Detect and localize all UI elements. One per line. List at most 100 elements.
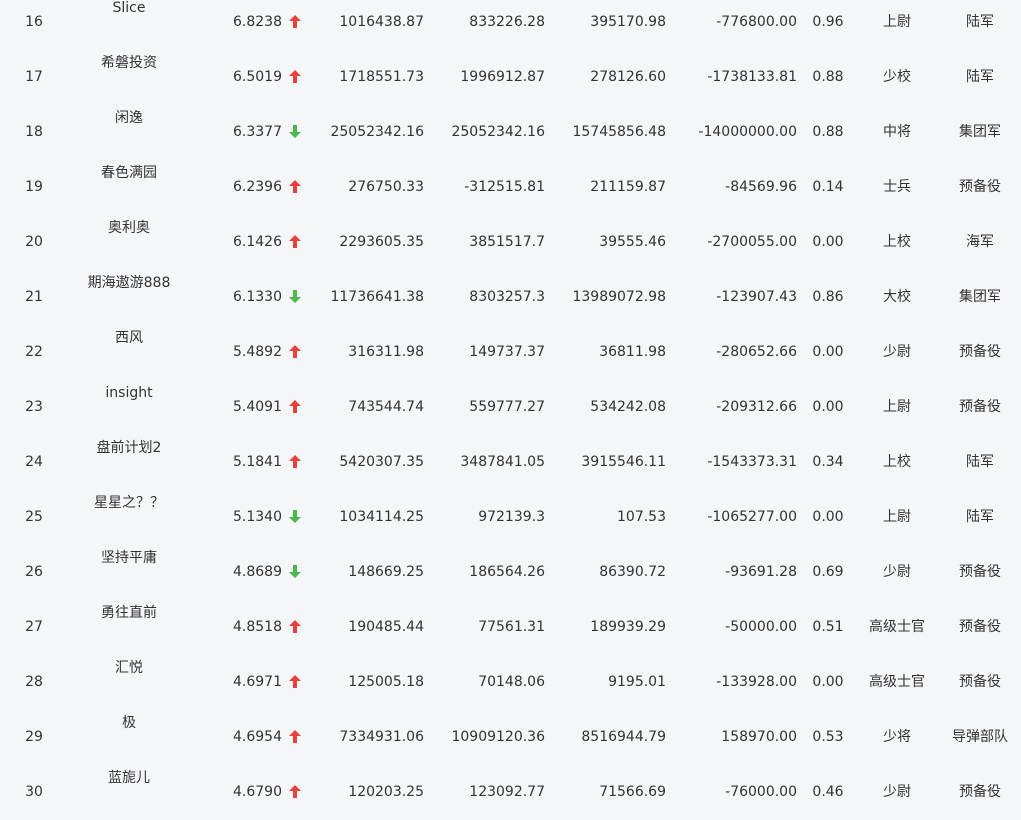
value-4-cell: -14000000.00: [698, 124, 797, 140]
rank-cell: 29: [25, 729, 43, 745]
rank-cell: 25: [25, 509, 43, 525]
ratio-cell: 0.46: [812, 784, 844, 800]
rank-title-cell: 高级士官: [869, 674, 925, 690]
value-2-cell: 25052342.16: [451, 124, 545, 140]
score-cell: 6.1426: [233, 234, 282, 250]
value-1-cell: 1034114.25: [339, 509, 424, 525]
value-4-cell: -1065277.00: [707, 509, 797, 525]
rank-cell: 23: [25, 399, 43, 415]
ratio-cell: 0.86: [812, 289, 844, 305]
table-row: 30 蓝旎儿 4.6790 120203.25 123092.77 71566.69 -76…: [0, 770, 1021, 820]
unit-cell: 陆军: [966, 454, 994, 470]
ratio-cell: 0.69: [812, 564, 844, 580]
unit-cell: 导弹部队: [952, 729, 1008, 745]
table-row: 17 希磐投资 6.5019 1718551.73 1996912.87 278126.6…: [0, 55, 1021, 110]
ratio-cell: 0.00: [812, 344, 844, 360]
rank-cell: 20: [25, 234, 43, 250]
name-cell: 勇往直前: [101, 605, 157, 621]
value-2-cell: 70148.06: [478, 674, 545, 690]
unit-cell: 预备役: [959, 619, 1001, 635]
arrow-up-icon: [289, 673, 303, 691]
value-1-cell: 120203.25: [348, 784, 424, 800]
arrow-up-icon: [289, 13, 303, 31]
value-1-cell: 5420307.35: [339, 454, 424, 470]
rank-cell: 26: [25, 564, 43, 580]
table-row: 26 坚持平庸 4.8689 148669.25 186564.26 86390.72 -9…: [0, 550, 1021, 605]
ratio-cell: 0.88: [812, 69, 844, 85]
rank-cell: 28: [25, 674, 43, 690]
value-2-cell: 972139.3: [478, 509, 545, 525]
name-cell: 蓝旎儿: [108, 770, 150, 786]
arrow-down-icon: [289, 508, 303, 526]
rank-cell: 18: [25, 124, 43, 140]
ratio-cell: 0.51: [812, 619, 844, 635]
rank-title-cell: 少尉: [883, 344, 911, 360]
value-2-cell: 1996912.87: [460, 69, 545, 85]
value-3-cell: 15745856.48: [572, 124, 666, 140]
score-cell: 6.5019: [233, 69, 282, 85]
value-1-cell: 7334931.06: [339, 729, 424, 745]
name-cell: 希磐投资: [101, 55, 157, 71]
value-1-cell: 25052342.16: [330, 124, 424, 140]
value-3-cell: 9195.01: [608, 674, 666, 690]
ratio-cell: 0.88: [812, 124, 844, 140]
score-cell: 5.1841: [233, 454, 282, 470]
name-cell: 闲逸: [115, 110, 143, 126]
name-cell: Slice: [112, 0, 146, 16]
value-2-cell: 833226.28: [469, 14, 545, 30]
table-row: 22 西风 5.4892 316311.98 149737.37 36811.98 -280…: [0, 330, 1021, 385]
table-row: 23 insight 5.4091 743544.74 559777.27 534242.…: [0, 385, 1021, 440]
value-2-cell: 77561.31: [478, 619, 545, 635]
value-2-cell: 3487841.05: [460, 454, 545, 470]
value-4-cell: -50000.00: [725, 619, 797, 635]
rank-title-cell: 上校: [883, 234, 911, 250]
name-cell: 星星之？？: [94, 495, 164, 511]
arrow-up-icon: [289, 618, 303, 636]
value-2-cell: 8303257.3: [469, 289, 545, 305]
name-cell: 极: [122, 715, 136, 731]
value-1-cell: 316311.98: [348, 344, 424, 360]
score-cell: 6.2396: [233, 179, 282, 195]
table-row: 16 Slice 6.8238 1016438.87 833226.28 395170.9…: [0, 0, 1021, 55]
ratio-cell: 0.00: [812, 234, 844, 250]
rank-title-cell: 少将: [883, 729, 911, 745]
ratio-cell: 0.14: [812, 179, 844, 195]
score-cell: 4.8689: [233, 564, 282, 580]
value-1-cell: 1718551.73: [339, 69, 424, 85]
rank-title-cell: 高级士官: [869, 619, 925, 635]
ratio-cell: 0.00: [812, 509, 844, 525]
value-4-cell: -280652.66: [716, 344, 797, 360]
arrow-up-icon: [289, 728, 303, 746]
rank-title-cell: 上尉: [883, 14, 911, 30]
score-cell: 4.6971: [233, 674, 282, 690]
unit-cell: 预备役: [959, 564, 1001, 580]
value-4-cell: 158970.00: [721, 729, 797, 745]
table-row: 24 盘前计划2 5.1841 5420307.35 3487841.05 3915546…: [0, 440, 1021, 495]
rank-cell: 24: [25, 454, 43, 470]
value-3-cell: 278126.60: [590, 69, 666, 85]
value-3-cell: 71566.69: [599, 784, 666, 800]
name-cell: insight: [105, 385, 153, 401]
value-4-cell: -123907.43: [716, 289, 797, 305]
unit-cell: 陆军: [966, 509, 994, 525]
score-cell: 5.1340: [233, 509, 282, 525]
arrow-up-icon: [289, 343, 303, 361]
value-2-cell: 3851517.7: [469, 234, 545, 250]
arrow-down-icon: [289, 288, 303, 306]
score-cell: 6.8238: [233, 14, 282, 30]
name-cell: 盘前计划2: [96, 440, 162, 456]
ratio-cell: 0.96: [812, 14, 844, 30]
ratio-cell: 0.53: [812, 729, 844, 745]
unit-cell: 预备役: [959, 344, 1001, 360]
table-row: 29 极 4.6954 7334931.06 10909120.36 8516944.79…: [0, 715, 1021, 770]
value-4-cell: -1543373.31: [707, 454, 797, 470]
table-row: 28 汇悦 4.6971 125005.18 70148.06 9195.01 -13392…: [0, 660, 1021, 715]
table-row: 19 春色满园 6.2396 276750.33 -312515.81 211159.87…: [0, 165, 1021, 220]
value-2-cell: 186564.26: [469, 564, 545, 580]
name-cell: 期海遨游888: [87, 275, 171, 291]
unit-cell: 预备役: [959, 179, 1001, 195]
score-cell: 4.8518: [233, 619, 282, 635]
unit-cell: 集团军: [959, 124, 1001, 140]
arrow-up-icon: [289, 233, 303, 251]
rank-title-cell: 士兵: [883, 179, 911, 195]
